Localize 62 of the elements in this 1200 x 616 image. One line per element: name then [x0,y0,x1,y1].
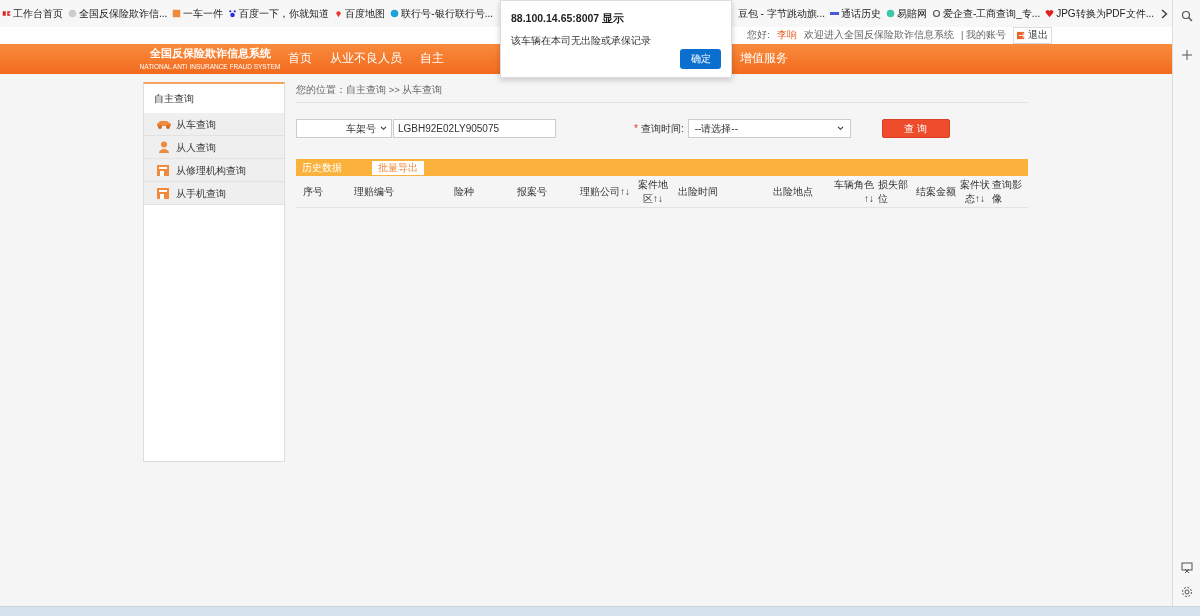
query-button[interactable]: 查 询 [881,118,950,138]
column-header[interactable]: 出险时间 [672,184,754,199]
screenshot-icon[interactable] [1180,562,1193,574]
bookmark[interactable]: 通话历史 [829,6,881,21]
map-pin-icon [334,9,344,18]
user-name: 李响 [776,28,797,43]
column-header[interactable]: 结案金额 [914,184,958,199]
caret-icon [836,125,844,131]
column-header[interactable]: 车辆角色↑↓ [832,177,874,206]
person-icon [156,141,172,153]
car-icon [156,118,172,130]
heart-icon [1045,9,1055,18]
bookmark[interactable]: 联行号-银行联行号... [390,6,493,21]
panel-title: 历史数据 [302,160,342,175]
column-header[interactable]: 报案号 [498,184,566,199]
dialog-message: 该车辆在本司无出险或承保记录 [511,33,652,48]
column-header[interactable]: 出险地点 [754,184,832,199]
column-header[interactable]: 理赔公司↑↓ [566,184,630,199]
column-header[interactable]: 险种 [430,184,498,199]
bookmark[interactable]: 百度一下，你就知道 [228,6,330,21]
required-mark: * [634,122,638,134]
logout-button[interactable]: 退出 [1013,27,1052,44]
bookmark[interactable]: 百度地图 [334,6,386,21]
bookmark[interactable]: 豆包 - 字节跳动旗... [737,6,825,21]
bookmark[interactable]: 全国反保险欺诈信... [68,6,168,21]
column-header[interactable]: 理赔编号 [354,184,430,199]
building-icon [156,187,172,199]
vin-input-field[interactable]: LGBH92E02LY905075 [393,118,556,138]
sidebar-item[interactable]: 从修理机构查询 [144,159,284,182]
column-header[interactable]: 案件状态↑↓ [958,177,992,206]
sidebar-title: 自主查询 [153,92,195,106]
paw-icon [228,9,238,18]
ok-button[interactable]: 确定 [680,49,721,69]
column-header[interactable]: 损失部位 [874,177,914,206]
account-link[interactable]: | 我的账号 [960,28,1006,43]
bookmark[interactable]: JPG转换为PDF文件... [1045,6,1154,21]
settings-icon[interactable] [1180,586,1193,598]
globe-icon [390,9,400,18]
column-header[interactable]: 查询影像 [992,177,1028,206]
chevron-icon[interactable] [1161,8,1168,19]
sidebar-item[interactable]: 从人查询 [144,136,284,159]
logo-title: 全国反保险欺诈信息系统 [149,45,271,62]
search-icon[interactable] [1180,10,1193,22]
breadcrumb: 您的位置：自主查询 >> 从车查询 [296,82,1028,104]
time-select[interactable]: --请选择-- [687,118,851,138]
column-header[interactable]: 案件地区↑↓ [630,177,672,206]
time-label: 查询时间: [640,122,684,134]
type-select[interactable]: 车架号 [296,118,392,138]
sidebar-item[interactable]: 从车查询 [144,113,284,136]
bookmark[interactable]: 工作台首页 [2,6,63,21]
exit-icon [1017,31,1026,40]
dialog-title: 88.100.14.65:8007 显示 [511,11,626,26]
bookmark[interactable]: 易賠网 [885,6,927,21]
column-header[interactable]: 序号 [296,184,354,199]
bookmark[interactable]: 一车一件 [172,6,224,21]
welcome-text: 欢迎进入全国反保险欺诈信息系统 [803,28,954,43]
greeting-text: 您好: [747,28,770,43]
building-icon [156,164,172,176]
sidebar-item[interactable]: 从手机查询 [144,182,284,205]
add-icon[interactable] [1180,49,1193,61]
bookmark[interactable]: 爱企查-工商查询_专... [931,6,1041,21]
caret-icon [380,125,387,131]
